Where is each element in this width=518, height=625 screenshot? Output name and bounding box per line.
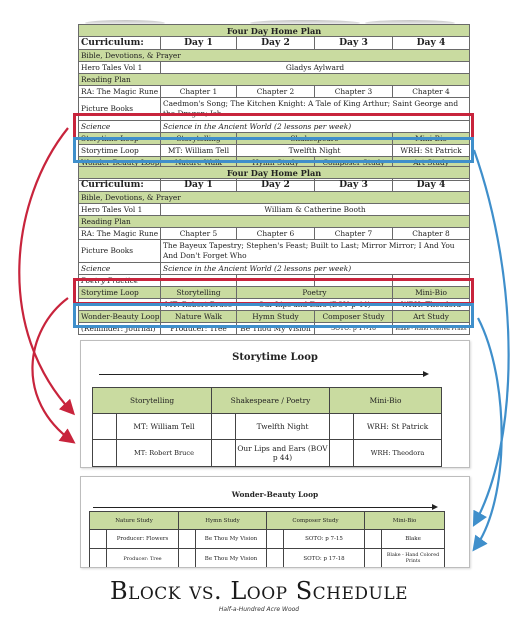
connector-arrows: [18, 127, 510, 552]
page-title: Block vs. Loop Schedule: [109, 577, 409, 605]
brand-subtitle: Half-a-Hundred Acre Wood: [218, 606, 300, 613]
red-arrow-week2: [31, 297, 76, 444]
red-arrow-week1: [18, 127, 76, 416]
blue-arrow-week1: [472, 149, 510, 527]
